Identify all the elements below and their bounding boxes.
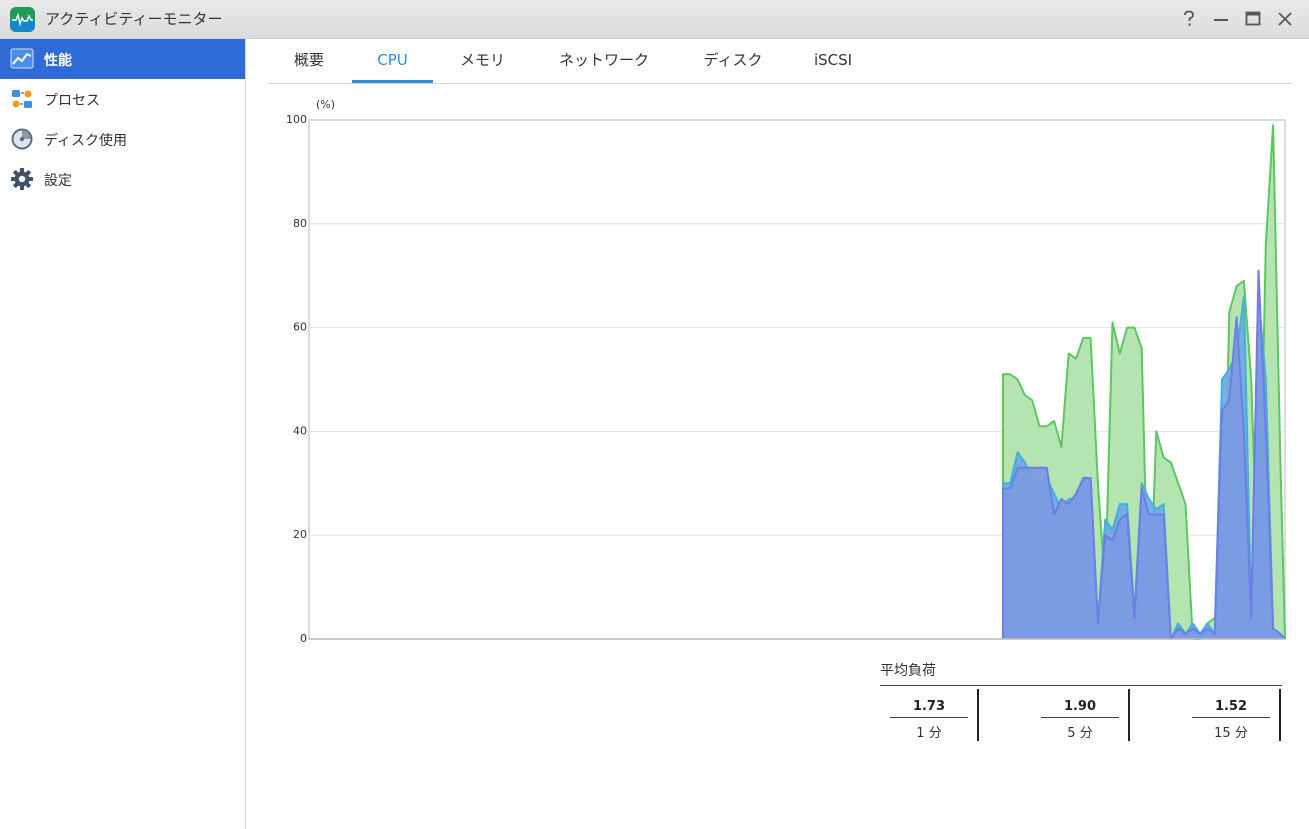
load-value-underline — [1192, 717, 1270, 718]
y-tick-label: 80 — [293, 217, 307, 230]
cpu-usage-chart: 0 20 40 60 80 100 (%) — [286, 98, 1286, 645]
y-tick-label: 40 — [293, 424, 307, 437]
y-tick-label: 20 — [293, 528, 307, 541]
load-period-label: 15 分 — [1214, 726, 1248, 741]
load-period-label: 1 分 — [916, 726, 942, 741]
y-axis-unit-label: (%) — [316, 98, 335, 111]
load-value: 1.73 — [912, 699, 946, 714]
y-tick-label: 100 — [286, 113, 307, 126]
load-value-underline — [1041, 717, 1119, 718]
load-value-underline — [890, 717, 968, 718]
load-column-separator — [1128, 689, 1130, 741]
load-value: 1.90 — [1063, 699, 1097, 714]
load-value: 1.52 — [1214, 699, 1248, 714]
y-tick-label: 0 — [300, 632, 307, 645]
load-average-1min: 1.73 1 分 — [880, 689, 1030, 741]
load-average-divider — [880, 685, 1282, 686]
y-tick-label: 60 — [293, 321, 307, 334]
load-average-title: 平均負荷 — [880, 663, 936, 679]
load-column-separator — [1279, 689, 1281, 741]
load-period-label: 5 分 — [1067, 726, 1093, 741]
load-average-15min: 1.52 15 分 — [1182, 689, 1309, 741]
load-column-separator — [977, 689, 979, 741]
load-average-5min: 1.90 5 分 — [1031, 689, 1181, 741]
